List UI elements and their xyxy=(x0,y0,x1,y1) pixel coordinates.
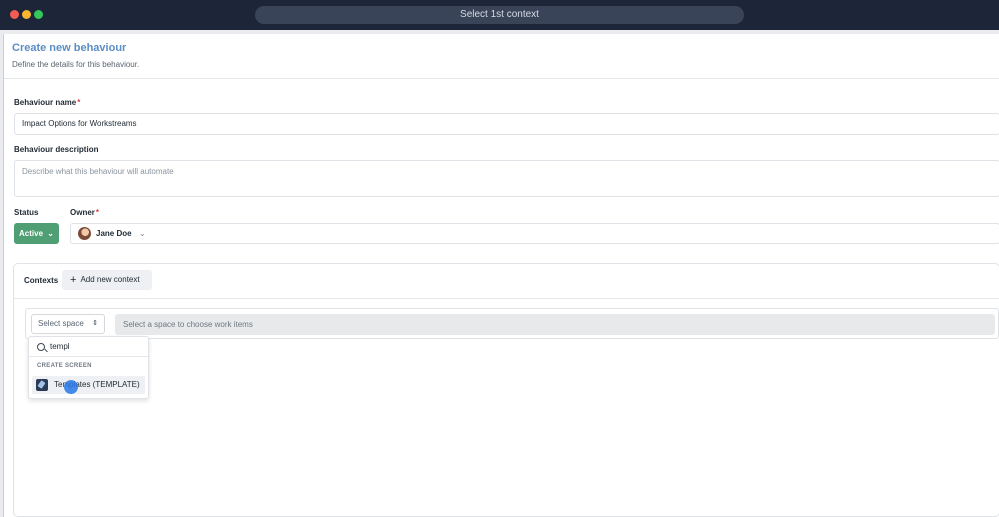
contexts-divider xyxy=(14,298,999,299)
space-select[interactable]: Select space ⇕ xyxy=(31,314,105,334)
header-divider xyxy=(4,78,999,79)
close-window-dot[interactable] xyxy=(10,10,19,19)
contexts-panel: Contexts + Add new context Select space ⇕… xyxy=(13,263,999,517)
behaviour-description-textarea[interactable]: Describe what this behaviour will automa… xyxy=(14,160,999,197)
maximize-window-dot[interactable] xyxy=(34,10,43,19)
add-new-context-button[interactable]: + Add new context xyxy=(62,270,152,290)
behaviour-description-label: Behaviour description xyxy=(14,145,99,154)
owner-name: Jane Doe xyxy=(96,229,132,238)
mouse-cursor-indicator xyxy=(64,380,78,394)
add-context-label: Add new context xyxy=(80,275,140,284)
contexts-label: Contexts xyxy=(24,276,59,285)
owner-label: Owner* xyxy=(70,208,100,217)
search-icon xyxy=(37,343,45,351)
space-dropdown-menu: templ CREATE SCREEN Templates (TEMPLATE) xyxy=(28,336,149,399)
space-select-placeholder: Select space xyxy=(38,319,84,328)
up-down-chevron-icon: ⇕ xyxy=(92,320,98,327)
owner-select[interactable]: Jane Doe ⌄ xyxy=(70,223,999,244)
required-mark: * xyxy=(95,208,100,217)
status-label: Status xyxy=(14,208,39,217)
dropdown-option-templates[interactable]: Templates (TEMPLATE) xyxy=(32,376,145,394)
minimize-window-dot[interactable] xyxy=(22,10,31,19)
context-row: Select space ⇕ Select a space to choose … xyxy=(25,308,999,339)
chevron-down-icon: ⌄ xyxy=(47,229,54,238)
work-items-select[interactable]: Select a space to choose work items xyxy=(115,314,995,335)
status-value: Active xyxy=(19,229,44,238)
plus-icon: + xyxy=(70,274,77,286)
dropdown-search-input[interactable]: templ xyxy=(50,337,70,357)
window-title: Select 1st context xyxy=(255,6,744,24)
create-behaviour-page: Create new behaviour Define the details … xyxy=(3,34,999,517)
page-title: Create new behaviour xyxy=(12,42,127,54)
window-titlebar: Select 1st context xyxy=(0,0,999,30)
behaviour-name-input[interactable]: Impact Options for Workstreams xyxy=(14,113,999,135)
chevron-down-icon: ⌄ xyxy=(139,229,146,238)
behaviour-name-label: Behaviour name* xyxy=(14,98,81,107)
dropdown-search[interactable]: templ xyxy=(29,337,148,357)
rocket-icon xyxy=(36,379,48,391)
status-dropdown[interactable]: Active ⌄ xyxy=(14,223,59,244)
page-subtitle: Define the details for this behaviour. xyxy=(12,60,140,69)
dropdown-group-label: CREATE SCREEN xyxy=(37,363,92,369)
required-mark: * xyxy=(77,98,81,107)
avatar xyxy=(78,227,91,240)
